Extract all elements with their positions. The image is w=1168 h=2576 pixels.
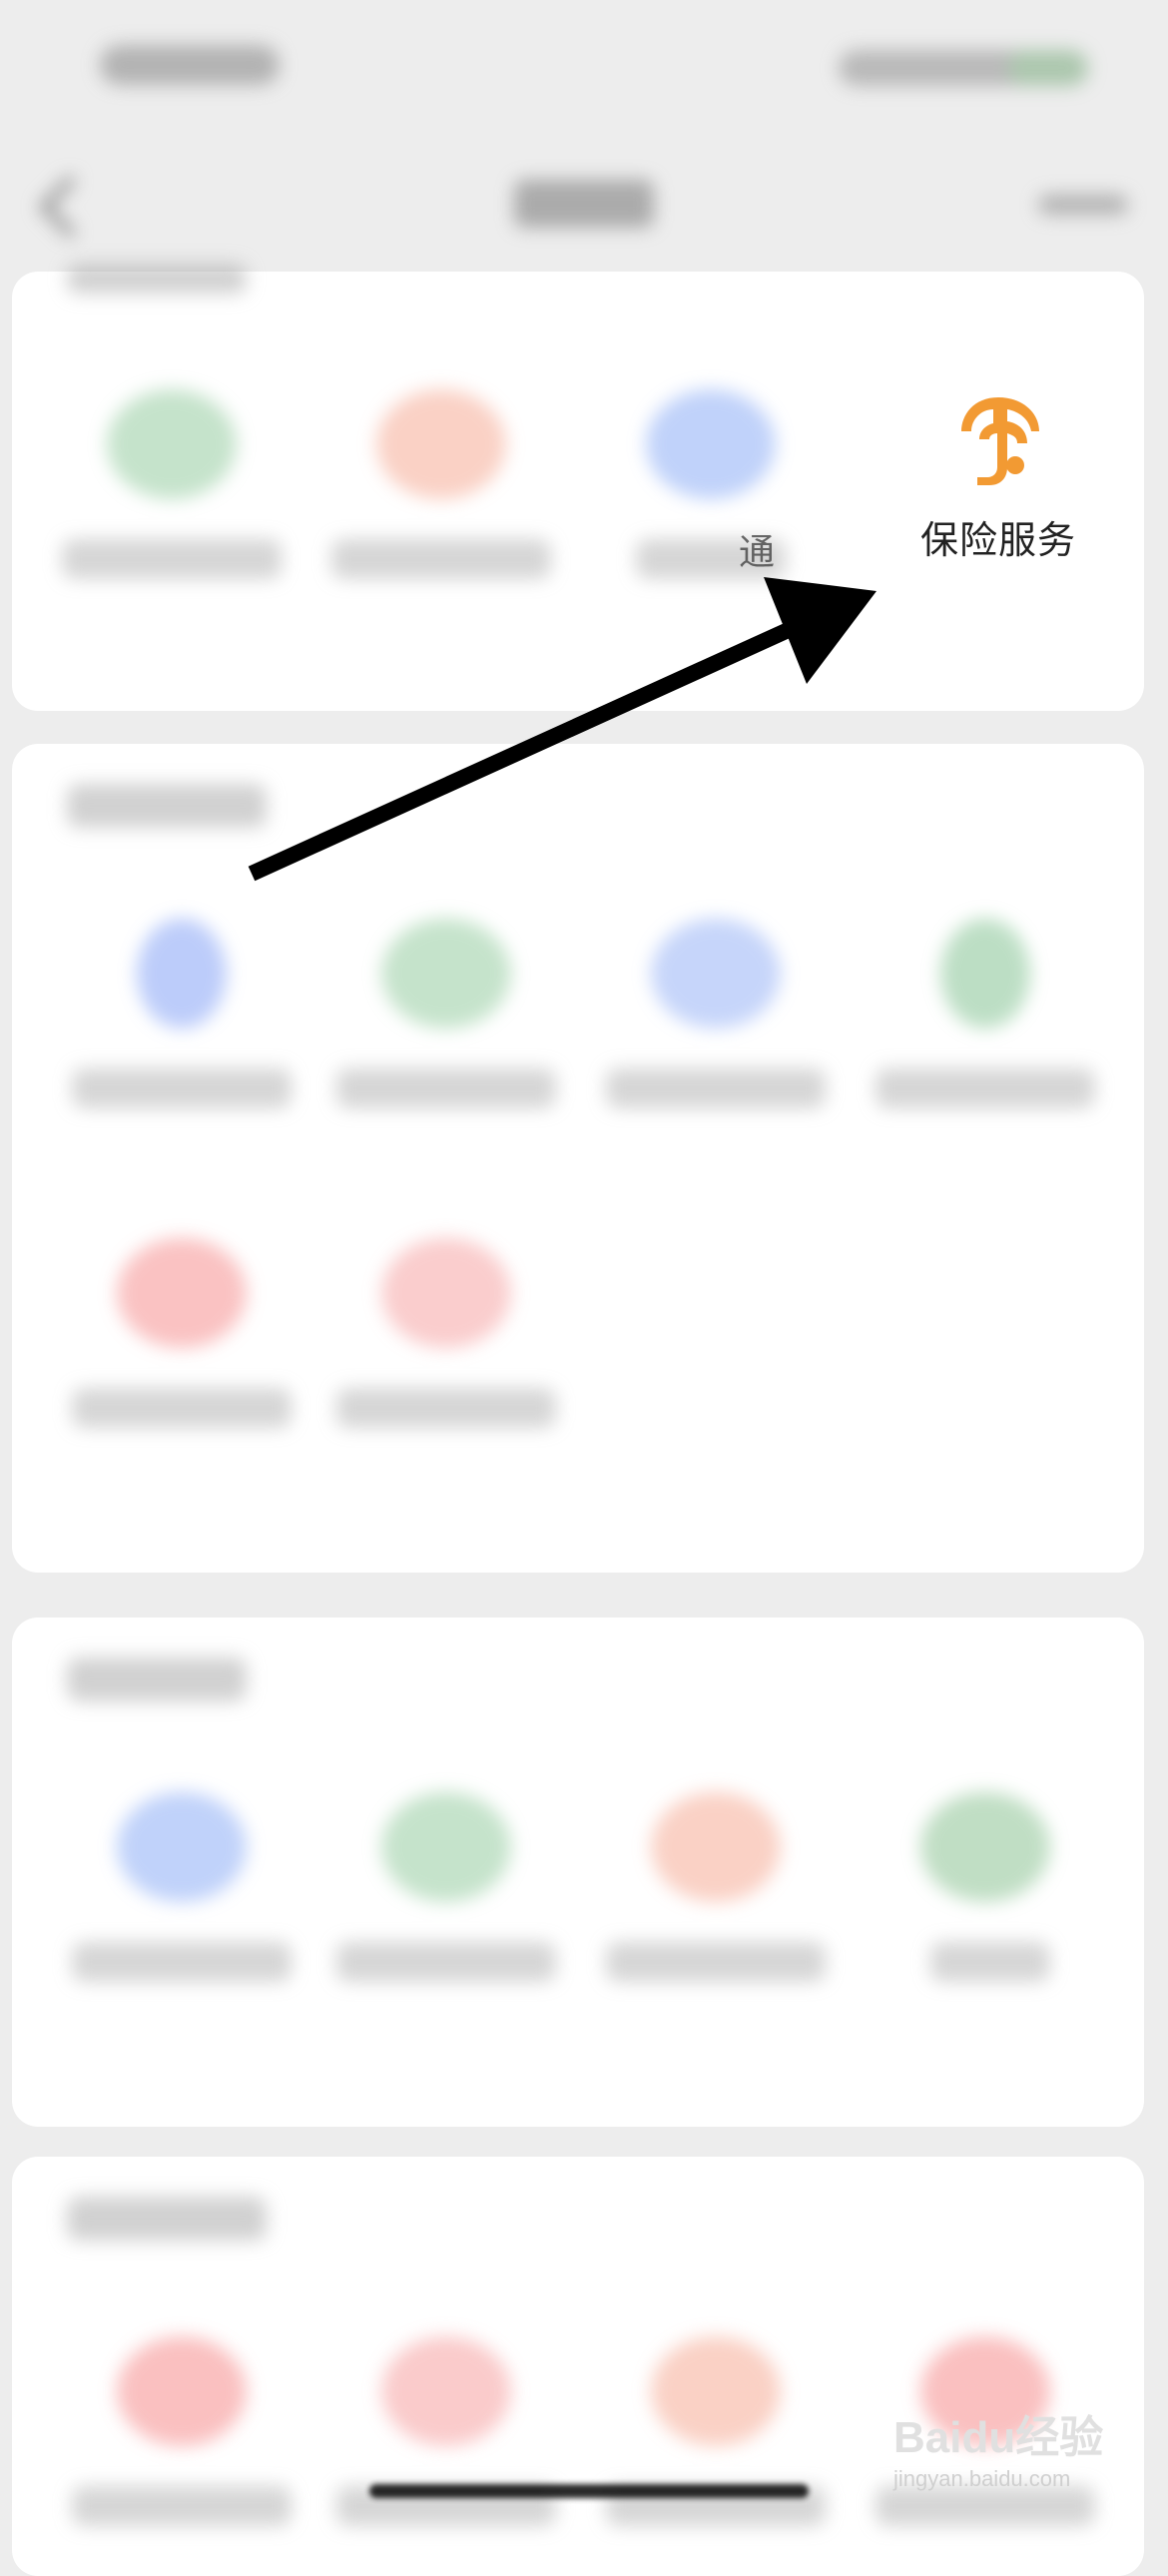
service-label bbox=[336, 1388, 556, 1428]
service-icon bbox=[117, 2336, 247, 2446]
service-item[interactable] bbox=[861, 1792, 1120, 2012]
service-card-3 bbox=[12, 1617, 1144, 2127]
service-item[interactable] bbox=[57, 1238, 316, 1458]
service-card-2 bbox=[12, 744, 1144, 1573]
service-item[interactable] bbox=[591, 2336, 851, 2556]
service-icon bbox=[651, 2336, 781, 2446]
home-indicator[interactable] bbox=[369, 2484, 809, 2498]
watermark-brand: Baidu经验 bbox=[893, 2413, 1104, 2462]
service-label bbox=[606, 1942, 826, 1982]
more-icon[interactable] bbox=[1038, 195, 1128, 215]
status-icons bbox=[839, 50, 1088, 86]
service-item[interactable] bbox=[316, 389, 576, 609]
service-item[interactable] bbox=[321, 919, 581, 1138]
card-title bbox=[67, 784, 267, 828]
service-label bbox=[72, 2486, 292, 2526]
service-label bbox=[876, 1068, 1095, 1108]
service-icon bbox=[381, 919, 511, 1028]
service-icon bbox=[376, 389, 506, 499]
service-item[interactable] bbox=[861, 919, 1120, 1138]
battery-icon bbox=[1008, 50, 1088, 86]
service-label bbox=[72, 1942, 292, 1982]
service-label bbox=[72, 1068, 292, 1108]
service-icon bbox=[117, 1238, 247, 1348]
back-arrow-icon[interactable] bbox=[30, 170, 90, 240]
service-label bbox=[930, 1942, 1050, 1982]
watermark: Baidu经验 jingyan.baidu.com bbox=[893, 2391, 1113, 2511]
service-label bbox=[331, 539, 551, 579]
service-icon bbox=[651, 919, 781, 1028]
service-item[interactable] bbox=[321, 2336, 581, 2556]
partial-label: 通 bbox=[739, 532, 776, 573]
insurance-service-item[interactable]: 保险服务 bbox=[878, 379, 1118, 579]
service-item[interactable] bbox=[47, 389, 306, 609]
service-item[interactable] bbox=[57, 1792, 316, 2012]
service-icon bbox=[107, 389, 237, 499]
service-icon bbox=[646, 389, 776, 499]
service-icon bbox=[920, 1792, 1050, 1902]
service-label bbox=[336, 1068, 556, 1108]
insurance-umbrella-icon bbox=[953, 389, 1043, 489]
service-icon bbox=[137, 919, 227, 1028]
service-label bbox=[72, 1388, 292, 1428]
service-icon bbox=[651, 1792, 781, 1902]
service-icon bbox=[381, 2336, 511, 2446]
service-card-4 bbox=[12, 2157, 1144, 2576]
service-label bbox=[62, 539, 282, 579]
service-item[interactable] bbox=[57, 919, 316, 1138]
service-item[interactable] bbox=[321, 1792, 581, 2012]
service-icon bbox=[940, 919, 1030, 1028]
service-item[interactable] bbox=[57, 2336, 316, 2556]
service-item[interactable] bbox=[591, 919, 851, 1138]
card-title bbox=[67, 264, 247, 294]
page-title bbox=[514, 180, 654, 228]
service-icon bbox=[117, 1792, 247, 1902]
card-title bbox=[67, 1657, 247, 1701]
service-item[interactable] bbox=[591, 1792, 851, 2012]
service-icon bbox=[381, 1792, 511, 1902]
insurance-service-label: 保险服务 bbox=[919, 518, 1076, 562]
watermark-site: jingyan.baidu.com bbox=[893, 2466, 1071, 2491]
service-label bbox=[336, 1942, 556, 1982]
service-label bbox=[606, 1068, 826, 1108]
status-time bbox=[100, 45, 280, 85]
service-item[interactable] bbox=[321, 1238, 581, 1458]
service-icon bbox=[381, 1238, 511, 1348]
service-item[interactable] bbox=[586, 389, 846, 609]
card-title bbox=[67, 2197, 267, 2241]
